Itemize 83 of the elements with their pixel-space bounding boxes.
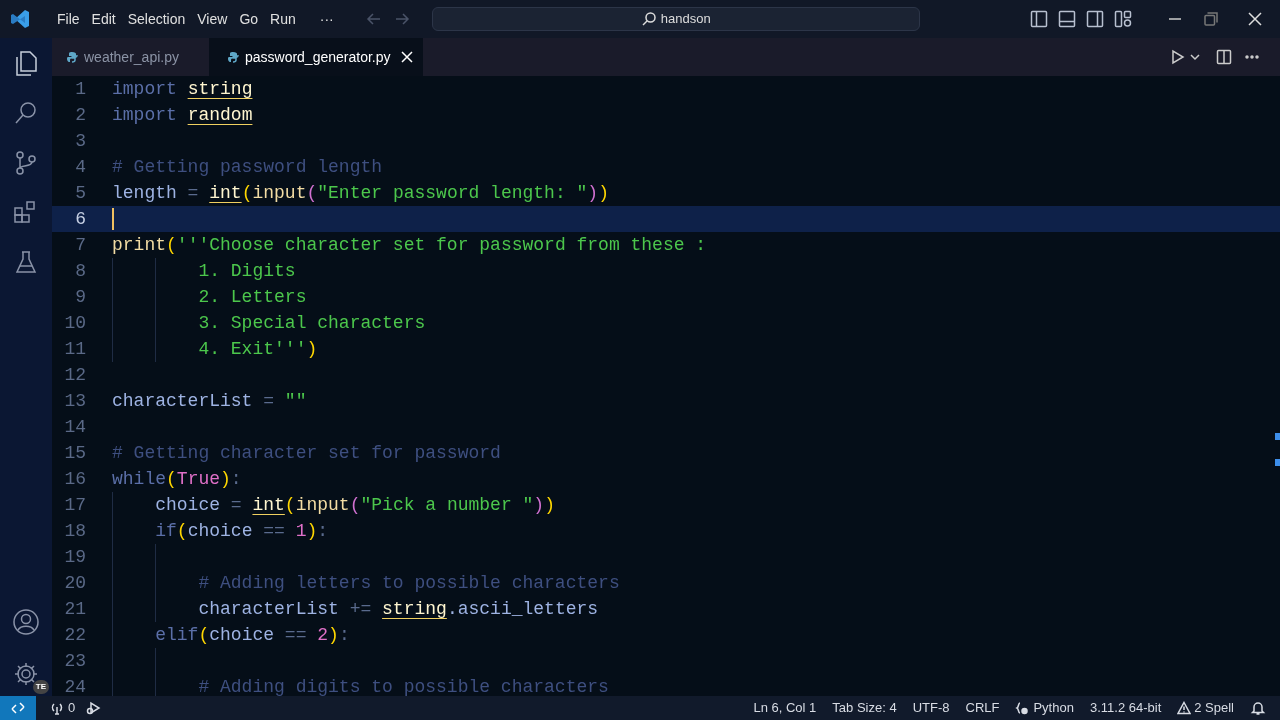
code-text: 2. Letters bbox=[197, 287, 307, 307]
line-number: 8 bbox=[74, 260, 86, 283]
scrollbar-marker bbox=[1275, 433, 1280, 440]
line-number: 21 bbox=[63, 598, 86, 621]
code-text: # Getting character set for password bbox=[112, 443, 501, 463]
menu-item[interactable]: Selection bbox=[121, 4, 192, 34]
line-number: 12 bbox=[63, 364, 86, 387]
caret-icon[interactable] bbox=[1190, 52, 1200, 62]
status-item[interactable]: Tab Size: 4 bbox=[824, 698, 905, 718]
code-text: choice = int(input("Pick a number ")) bbox=[154, 495, 555, 515]
restore-icon[interactable] bbox=[1204, 12, 1218, 26]
line-number: 3 bbox=[74, 130, 86, 153]
line-number: 6 bbox=[74, 208, 86, 231]
split-editor-icon[interactable] bbox=[1216, 49, 1232, 65]
code-text: # Adding digits to possible characters bbox=[197, 677, 609, 696]
code-text: characterList += string.ascii_letters bbox=[197, 599, 599, 619]
code-text: length = int(input("Enter password length: ")) bbox=[112, 183, 609, 203]
menu-item[interactable]: Go bbox=[233, 4, 265, 34]
notifications-bell-icon[interactable] bbox=[1250, 700, 1266, 716]
status-item[interactable]: CRLF bbox=[957, 698, 1008, 718]
language-status[interactable]: Python bbox=[1007, 698, 1082, 718]
line-number: 5 bbox=[74, 182, 86, 205]
remote-icon bbox=[11, 701, 25, 715]
line-number: 19 bbox=[63, 546, 86, 569]
close-icon[interactable] bbox=[1248, 12, 1262, 26]
code-text: elif(choice == 2): bbox=[154, 625, 350, 645]
status-item[interactable]: Ln 6, Col 1 bbox=[745, 698, 825, 718]
line-number: 22 bbox=[63, 624, 86, 647]
warning-icon bbox=[1177, 701, 1192, 715]
line-number: 14 bbox=[63, 416, 86, 439]
toggle-panel-icon[interactable] bbox=[1058, 10, 1076, 28]
line-number: 24 bbox=[63, 676, 86, 696]
line-number: 17 bbox=[63, 494, 86, 517]
editor-tab[interactable]: password_generator.py bbox=[208, 38, 423, 76]
line-number: 18 bbox=[63, 520, 86, 543]
account-icon[interactable] bbox=[12, 608, 40, 636]
run-icon[interactable] bbox=[1170, 49, 1186, 65]
python-file-icon bbox=[66, 51, 78, 63]
line-number: 9 bbox=[74, 286, 86, 309]
line-number: 1 bbox=[74, 78, 86, 101]
code-text: import string bbox=[112, 79, 253, 99]
more-menu[interactable]: ··· bbox=[313, 4, 340, 34]
ports-status[interactable]: 0 bbox=[42, 698, 84, 718]
code-text: 1. Digits bbox=[197, 261, 296, 281]
line-number: 4 bbox=[74, 156, 86, 179]
menu-item[interactable]: View bbox=[191, 4, 234, 34]
line-number: 7 bbox=[74, 234, 86, 257]
text-cursor bbox=[112, 208, 114, 230]
line-number: 2 bbox=[74, 104, 86, 127]
line-number: 10 bbox=[63, 312, 86, 335]
line-number: 15 bbox=[63, 442, 86, 465]
line-number: 11 bbox=[63, 338, 86, 361]
search-field[interactable]: handson bbox=[431, 7, 920, 31]
code-text: print('''Choose character set for password from these : bbox=[112, 235, 707, 255]
line-number: 16 bbox=[63, 468, 86, 491]
app-logo-icon bbox=[9, 8, 31, 30]
menu-item[interactable]: Run bbox=[264, 4, 302, 34]
interpreter-status[interactable]: 3.11.2 64-bit bbox=[1081, 698, 1170, 718]
line-number: 13 bbox=[63, 390, 86, 413]
code-text: if(choice == 1): bbox=[154, 521, 329, 541]
code-text: 4. Exit''') bbox=[197, 339, 318, 359]
line-number: 23 bbox=[63, 650, 86, 673]
code-text: import random bbox=[112, 105, 253, 125]
python-file-icon bbox=[226, 51, 239, 63]
debug-run-icon[interactable] bbox=[85, 700, 102, 716]
toggle-sidebar-icon[interactable] bbox=[1030, 10, 1048, 28]
search-icon bbox=[640, 11, 657, 27]
status-item[interactable]: UTF-8 bbox=[904, 698, 958, 718]
problems-status[interactable]: 2 Spell bbox=[1169, 698, 1242, 718]
code-text: characterList = "" bbox=[112, 391, 307, 411]
layout-icon[interactable] bbox=[1114, 10, 1132, 28]
menu-item[interactable]: Edit bbox=[85, 4, 122, 34]
scrollbar-marker bbox=[1275, 459, 1280, 466]
braces-icon bbox=[1015, 701, 1030, 715]
toggle-secondary-sidebar-icon[interactable] bbox=[1086, 10, 1104, 28]
code-text: # Adding letters to possible characters bbox=[197, 573, 620, 593]
account-badge: TE bbox=[32, 680, 49, 694]
antenna-icon bbox=[50, 701, 64, 715]
menu-item[interactable]: File bbox=[51, 4, 86, 34]
line-number: 20 bbox=[63, 572, 86, 595]
code-text: # Getting password length bbox=[112, 157, 383, 177]
code-text: 3. Special characters bbox=[197, 313, 426, 333]
code-text: while(True): bbox=[112, 469, 242, 489]
